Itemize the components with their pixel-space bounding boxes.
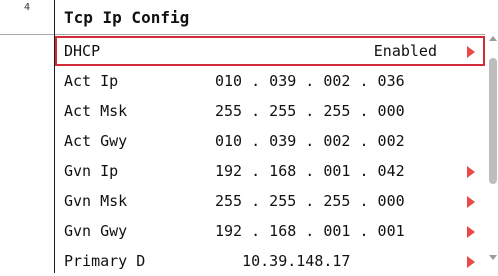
row-value: 192 . 168 . 001 . 042: [215, 162, 405, 180]
menu-row-primary-dns[interactable]: Primary D 10.39.148.17: [55, 246, 485, 276]
row-value: 010 . 039 . 002 . 036: [215, 72, 405, 90]
menu-row-gvn-ip[interactable]: Gvn Ip 192 . 168 . 001 . 042: [55, 156, 485, 186]
row-label: Gvn Msk: [64, 192, 128, 210]
dhcp-status: Enabled: [373, 42, 437, 60]
row-label: Gvn Ip: [64, 162, 119, 180]
submenu-arrow-icon[interactable]: [467, 46, 475, 58]
menu-level-number: 4: [24, 2, 31, 13]
menu-row-act-ip[interactable]: Act Ip 010 . 039 . 002 . 036: [55, 66, 485, 96]
menu-row-gvn-msk[interactable]: Gvn Msk 255 . 255 . 255 . 000: [55, 186, 485, 216]
row-label: Act Msk: [64, 102, 128, 120]
submenu-arrow-icon[interactable]: [467, 226, 475, 238]
row-value: 10.39.148.17: [215, 252, 351, 270]
menu-row-dhcp[interactable]: DHCP Enabled: [55, 36, 485, 66]
row-label: Gvn Gwy: [64, 222, 128, 240]
menu-row-act-gwy[interactable]: Act Gwy 010 . 039 . 002 . 002: [55, 126, 485, 156]
menu-row-gvn-gwy[interactable]: Gvn Gwy 192 . 168 . 001 . 001: [55, 216, 485, 246]
scroll-up-arrow-icon[interactable]: [489, 36, 497, 41]
row-label: Primary D: [64, 252, 146, 270]
submenu-arrow-icon[interactable]: [467, 256, 475, 268]
menu-gutter: 4: [0, 0, 55, 273]
page-title: Tcp Ip Config: [64, 8, 190, 27]
vertical-scrollbar[interactable]: [488, 36, 498, 260]
row-label: Act Ip: [64, 72, 119, 90]
gutter-divider: [0, 34, 54, 35]
submenu-arrow-icon[interactable]: [467, 166, 475, 178]
menu-row-act-msk[interactable]: Act Msk 255 . 255 . 255 . 000: [55, 96, 485, 126]
row-value: 010 . 039 . 002 . 002: [215, 132, 405, 150]
panel-header: Tcp Ip Config: [55, 0, 485, 35]
scroll-thumb[interactable]: [489, 58, 497, 184]
tcp-ip-config-panel: Tcp Ip Config DHCP Enabled Act Ip 010 . …: [55, 0, 485, 273]
row-value: 192 . 168 . 001 . 001: [215, 222, 405, 240]
row-label: Act Gwy: [64, 132, 128, 150]
row-value: 255 . 255 . 255 . 000: [215, 192, 405, 210]
scroll-down-arrow-icon[interactable]: [489, 255, 497, 260]
row-label: DHCP: [64, 42, 101, 60]
submenu-arrow-icon[interactable]: [467, 196, 475, 208]
row-value: 255 . 255 . 255 . 000: [215, 102, 405, 120]
